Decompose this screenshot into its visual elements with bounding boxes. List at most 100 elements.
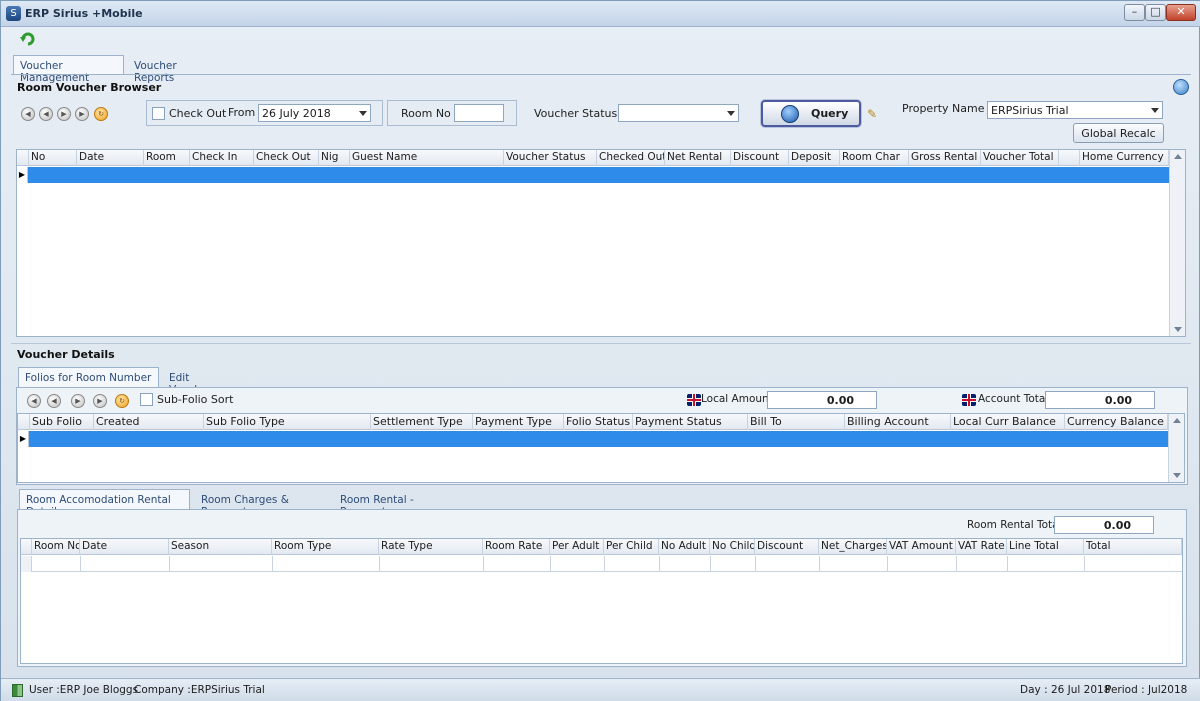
col-sub-folio-type[interactable]: Sub Folio Type bbox=[204, 414, 371, 430]
scroll-up-icon[interactable] bbox=[1174, 154, 1182, 159]
app-window: S ERP Sirius +Mobile – □ ✕ Voucher Manag… bbox=[0, 0, 1200, 701]
folios-grid[interactable]: Sub Folio Created Sub Folio Type Settlem… bbox=[17, 413, 1185, 483]
property-name-select[interactable]: ERPSirius Trial bbox=[987, 101, 1163, 119]
checkout-checkbox[interactable] bbox=[152, 107, 165, 120]
pencil-edit-icon[interactable]: ✎ bbox=[867, 107, 882, 121]
tab-voucher-reports[interactable]: Voucher Reports bbox=[127, 55, 227, 84]
scroll-up-icon[interactable] bbox=[1173, 418, 1181, 423]
col-check-out[interactable]: Check Out bbox=[254, 150, 319, 166]
refresh-icon[interactable]: ↻ bbox=[115, 394, 129, 408]
col-gross-rental[interactable]: Gross Rental bbox=[909, 150, 981, 166]
col-created[interactable]: Created bbox=[94, 414, 204, 430]
refresh-circle-icon[interactable] bbox=[1173, 79, 1189, 95]
col-room[interactable]: Room bbox=[144, 150, 190, 166]
col-blank[interactable] bbox=[1059, 150, 1080, 166]
col-vat-amount[interactable]: VAT Amount bbox=[887, 539, 956, 555]
col-deposit[interactable]: Deposit bbox=[789, 150, 840, 166]
cell-divider bbox=[169, 556, 170, 572]
col-discount[interactable]: Discount bbox=[731, 150, 789, 166]
next-icon[interactable]: ▶ bbox=[71, 394, 85, 408]
tab-edit-voucher[interactable]: Edit Voucher bbox=[162, 367, 234, 396]
query-icon bbox=[781, 105, 799, 123]
col-room-rate[interactable]: Room Rate bbox=[483, 539, 550, 555]
col-no-adult[interactable]: No Adult bbox=[659, 539, 710, 555]
tab-room-charges-payments[interactable]: Room Charges & Payments bbox=[194, 489, 329, 518]
folios-grid-scrollbar[interactable] bbox=[1168, 414, 1184, 482]
col-room-no[interactable]: Room No bbox=[32, 539, 80, 555]
col-voucher-total[interactable]: Voucher Total bbox=[981, 150, 1059, 166]
room-rental-total-field[interactable]: 0.00 bbox=[1054, 516, 1154, 534]
col-room-charge[interactable]: Room Char bbox=[840, 150, 909, 166]
col-guest-name[interactable]: Guest Name bbox=[350, 150, 504, 166]
row-pointer-icon: ▶ bbox=[17, 167, 28, 183]
tab-voucher-management[interactable]: Voucher Management bbox=[13, 55, 124, 84]
last-icon[interactable]: ▶ bbox=[93, 394, 107, 408]
col-payment-type[interactable]: Payment Type bbox=[473, 414, 564, 430]
col-vat-rate[interactable]: VAT Rate bbox=[956, 539, 1007, 555]
room-no-input[interactable] bbox=[454, 104, 504, 122]
table-row[interactable]: ▶ bbox=[17, 167, 1169, 183]
tab-room-accomodation-rental[interactable]: Room Accomodation Rental Details bbox=[19, 489, 190, 518]
col-bill-to[interactable]: Bill To bbox=[748, 414, 845, 430]
scroll-down-icon[interactable] bbox=[1174, 327, 1182, 332]
account-total-field[interactable]: 0.00 bbox=[1045, 391, 1155, 409]
col-rate-type[interactable]: Rate Type bbox=[379, 539, 483, 555]
col-room-type[interactable]: Room Type bbox=[272, 539, 379, 555]
voucher-grid-scrollbar[interactable] bbox=[1169, 150, 1185, 336]
col-no[interactable]: No bbox=[29, 150, 77, 166]
last-icon[interactable]: ▶ bbox=[75, 107, 89, 121]
col-total[interactable]: Total bbox=[1084, 539, 1182, 555]
col-voucher-status[interactable]: Voucher Status bbox=[504, 150, 597, 166]
col-checked-out[interactable]: Checked Out bbox=[597, 150, 665, 166]
rental-grid[interactable]: Room No Date Season Room Type Rate Type … bbox=[20, 538, 1183, 664]
voucher-status-select[interactable] bbox=[618, 104, 739, 122]
first-icon[interactable]: ◀ bbox=[21, 107, 35, 121]
col-no-child[interactable]: No Child bbox=[710, 539, 755, 555]
cell-divider bbox=[80, 556, 81, 572]
refresh-icon[interactable]: ↻ bbox=[94, 107, 108, 121]
col-per-adult[interactable]: Per Adult bbox=[550, 539, 604, 555]
local-amount-field[interactable]: 0.00 bbox=[767, 391, 877, 409]
maximize-button[interactable]: □ bbox=[1145, 4, 1166, 21]
col-line-total[interactable]: Line Total bbox=[1007, 539, 1084, 555]
global-recalc-button[interactable]: Global Recalc bbox=[1073, 123, 1164, 143]
tab-room-rental-payments[interactable]: Room Rental - Payments bbox=[333, 489, 455, 518]
col-net-rental[interactable]: Net Rental bbox=[665, 150, 731, 166]
table-row[interactable] bbox=[21, 556, 1182, 572]
prev-icon[interactable]: ◀ bbox=[47, 394, 61, 408]
checkout-label: Check Out bbox=[169, 107, 227, 120]
green-arrow-back-icon[interactable] bbox=[19, 31, 37, 47]
col-sub-folio[interactable]: Sub Folio bbox=[30, 414, 94, 430]
voucher-browser-grid[interactable]: No Date Room Check In Check Out Nig Gues… bbox=[16, 149, 1186, 337]
room-no-label: Room No bbox=[401, 107, 451, 120]
prev-icon[interactable]: ◀ bbox=[39, 107, 53, 121]
col-season[interactable]: Season bbox=[169, 539, 272, 555]
subfolio-sort-checkbox[interactable] bbox=[140, 393, 153, 406]
col-discount[interactable]: Discount bbox=[755, 539, 819, 555]
col-payment-status[interactable]: Payment Status bbox=[633, 414, 748, 430]
tab-folios-room-number[interactable]: Folios for Room Number : : bbox=[18, 367, 159, 396]
col-per-child[interactable]: Per Child bbox=[604, 539, 659, 555]
from-date-picker[interactable]: 26 July 2018 bbox=[258, 104, 371, 122]
col-currency-balance[interactable]: Currency Balance bbox=[1065, 414, 1168, 430]
scroll-down-icon[interactable] bbox=[1173, 473, 1181, 478]
minimize-button[interactable]: – bbox=[1124, 4, 1145, 21]
voucher-grid-header: No Date Room Check In Check Out Nig Gues… bbox=[17, 150, 1169, 166]
next-icon[interactable]: ▶ bbox=[57, 107, 71, 121]
first-icon[interactable]: ◀ bbox=[27, 394, 41, 408]
close-button[interactable]: ✕ bbox=[1166, 4, 1196, 21]
query-button[interactable]: Query bbox=[761, 100, 861, 127]
uk-flag-icon bbox=[687, 394, 701, 406]
col-local-curr-balance[interactable]: Local Curr Balance bbox=[951, 414, 1065, 430]
app-logo-icon: S bbox=[6, 6, 21, 21]
col-folio-status[interactable]: Folio Status bbox=[564, 414, 633, 430]
col-date[interactable]: Date bbox=[80, 539, 169, 555]
col-home-currency[interactable]: Home Currency bbox=[1080, 150, 1169, 166]
col-net-charges[interactable]: Net_Charges bbox=[819, 539, 887, 555]
col-settlement-type[interactable]: Settlement Type bbox=[371, 414, 473, 430]
col-date[interactable]: Date bbox=[77, 150, 144, 166]
col-nights[interactable]: Nig bbox=[319, 150, 350, 166]
col-billing-account[interactable]: Billing Account bbox=[845, 414, 951, 430]
table-row[interactable]: ▶ bbox=[18, 431, 1168, 447]
col-check-in[interactable]: Check In bbox=[190, 150, 254, 166]
